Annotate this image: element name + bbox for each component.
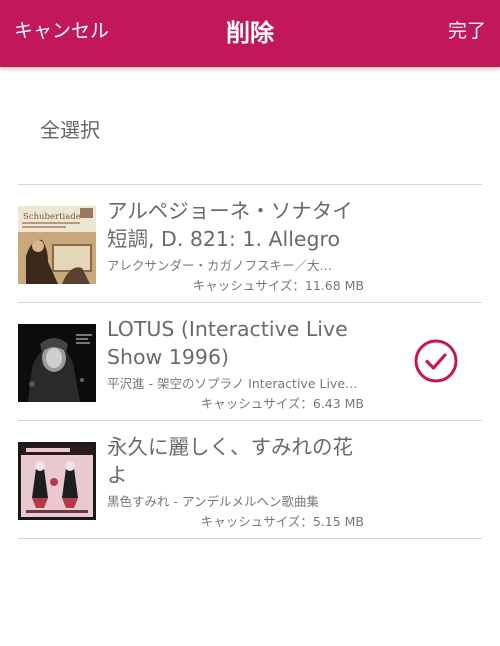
track-artist: アレクサンダー・カガノフスキー／大…	[107, 258, 333, 273]
track-title: LOTUS (Interactive Live Show 1996)	[107, 317, 348, 369]
album-art	[18, 324, 96, 402]
track-list: Schubertiade アルペジョーネ・ソナタイ短調, D. 821: 1. …	[18, 184, 482, 539]
cache-size: キャッシュサイズ：5.15 MB	[200, 514, 364, 529]
select-all-button[interactable]: 全選択	[40, 114, 100, 143]
track-row[interactable]: 永久に麗しく、すみれの花よ 黒色すみれ - アンデルメルヘン歌曲集 キャッシュサ…	[18, 421, 482, 539]
album-art	[18, 442, 96, 520]
cache-size: キャッシュサイズ：11.68 MB	[192, 278, 364, 293]
track-row[interactable]: Schubertiade アルペジョーネ・ソナタイ短調, D. 821: 1. …	[18, 185, 482, 303]
track-title: アルペジョーネ・ソナタイ短調, D. 821: 1. Allegro moder…	[107, 199, 353, 251]
album-art: Schubertiade	[18, 206, 96, 284]
track-row[interactable]: LOTUS (Interactive Live Show 1996) 平沢進 -…	[18, 303, 482, 421]
cache-size: キャッシュサイズ：6.43 MB	[200, 396, 364, 411]
done-button[interactable]: 完了	[448, 16, 486, 43]
app-header: キャンセル 削除 完了	[0, 0, 500, 67]
page-title: 削除	[226, 19, 274, 47]
album-art-text: Schubertiade	[23, 212, 81, 222]
track-artist: 平沢進 - 架空のソプラノ Interactive Live…	[107, 376, 358, 391]
track-artist: 黒色すみれ - アンデルメルヘン歌曲集	[107, 494, 319, 509]
track-title: 永久に麗しく、すみれの花よ	[107, 435, 353, 487]
check-circle-icon[interactable]	[414, 339, 458, 383]
